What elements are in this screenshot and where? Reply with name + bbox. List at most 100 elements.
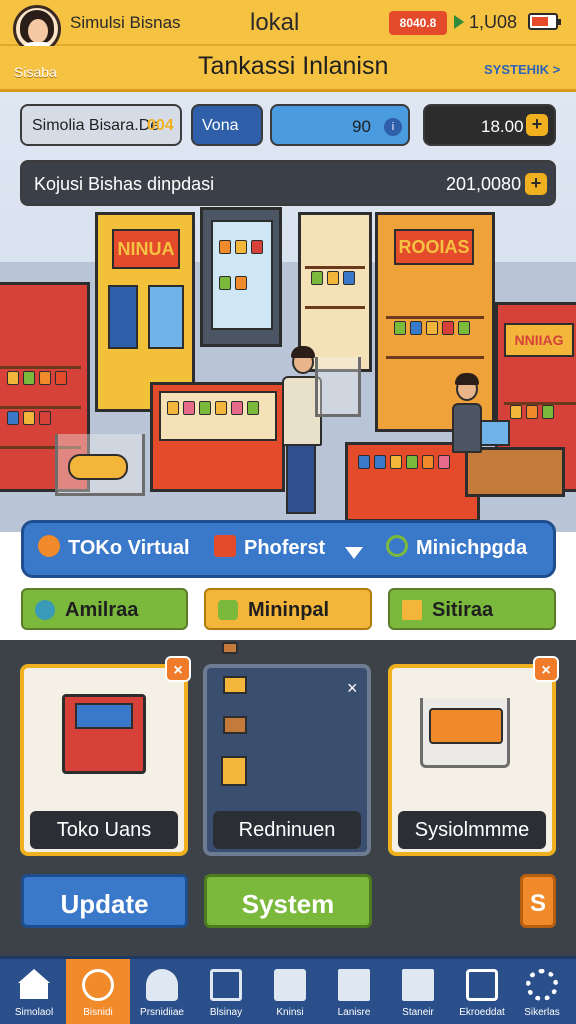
card-3-caption: Sysiolmmme <box>398 811 546 849</box>
nav-label-2: Bisnidi <box>83 1007 113 1018</box>
globe-icon <box>35 600 55 620</box>
crate-icon <box>223 676 247 694</box>
app-title: Simulsi Bisnas <box>70 13 181 32</box>
crate-icon <box>402 969 434 1001</box>
nav-label-4: Blsinay <box>209 1007 243 1018</box>
category-2-label: Mininpal <box>248 599 330 621</box>
nav-item-6[interactable]: Lanisre <box>322 959 386 1024</box>
card-1-caption: Toko Uans <box>30 811 178 849</box>
progress-label: Kojusi Bishas dinpdasi <box>34 174 215 194</box>
shopping-cart-center[interactable] <box>315 357 361 417</box>
nav-item-settings[interactable]: Sikerlas <box>510 959 574 1024</box>
screen-title: Tankassi Inlanisn <box>198 52 389 80</box>
card-3-close-button[interactable]: × <box>533 656 559 682</box>
coin-badge[interactable]: 8040.8 <box>389 11 447 35</box>
stat-c-panel: 90 i <box>270 104 410 146</box>
tab-products-label: Phoferst <box>244 537 326 559</box>
shield-icon <box>218 600 238 620</box>
cashier-figure <box>448 373 488 477</box>
tab-marketing-label: Minichpgda <box>416 537 528 559</box>
category-1-label: Amilraa <box>65 599 139 621</box>
money-value: 18.00 <box>481 117 524 136</box>
stat-b-label: Vona <box>202 117 239 134</box>
nav-item-simulation[interactable]: Simolaol <box>2 959 66 1024</box>
add-money-button[interactable]: + <box>526 114 548 136</box>
paw-icon <box>38 535 60 557</box>
update-button[interactable]: Update <box>21 874 188 928</box>
truck-icon <box>338 969 370 1001</box>
extra-button[interactable]: S <box>520 874 556 928</box>
fridge[interactable] <box>200 207 282 347</box>
category-3-label: Sitiraa <box>432 599 494 621</box>
time-readout: 1,U08 <box>469 12 518 32</box>
basket-icon <box>210 969 242 1001</box>
nav-label-5: Kninsi <box>276 1007 304 1018</box>
top-bar: Simulsi Bisnas lokal 8040.8 1,U08 <box>0 0 576 53</box>
chart-icon <box>402 600 422 620</box>
nav-item-4[interactable]: Blsinay <box>194 959 258 1024</box>
nav-label-1: Simolaol <box>14 1007 54 1018</box>
player-name: Sisaba <box>14 64 57 80</box>
tab-virtual-store[interactable]: TOKo Virtual <box>38 535 190 565</box>
nav-item-3[interactable]: Prsnidiiae <box>130 959 194 1024</box>
business-progress-panel: Kojusi Bishas dinpdasi 201,0080 + <box>20 160 556 206</box>
play-icon[interactable] <box>454 15 464 29</box>
category-button-2[interactable]: Mininpal <box>204 588 372 630</box>
box-icon <box>223 716 247 734</box>
booth-sign-left: NINUA <box>112 229 180 269</box>
shopping-cart-left[interactable] <box>55 434 145 496</box>
vending-cart-icon <box>62 694 146 774</box>
shopping-cart-icon <box>420 698 510 768</box>
tab-products[interactable]: Phoferst <box>214 535 325 565</box>
tab-marketing[interactable]: Minichpgda <box>386 535 527 565</box>
store-icon <box>214 535 236 557</box>
nav-label-8: Ekroeddat <box>459 1007 505 1018</box>
stat-c-value: 90 <box>352 117 371 136</box>
nav-label-9: Sikerlas <box>524 1007 560 1018</box>
money-panel: 18.00 + <box>423 104 556 146</box>
helmet-icon <box>146 969 178 1001</box>
stat-a-value: 004 <box>147 117 174 134</box>
location-title: lokal <box>250 9 300 36</box>
booth-sign-right: ROOIAS <box>394 229 474 265</box>
category-button-3[interactable]: Sitiraa <box>388 588 556 630</box>
progress-value: 201,0080 <box>446 174 522 194</box>
card-redeem[interactable]: × Redninuen <box>203 664 371 856</box>
nav-label-6: Lanisre <box>337 1007 371 1018</box>
stat-a-label: Simolia Bisara.De <box>32 117 160 134</box>
system-link[interactable]: SYSTEHIK > <box>484 62 560 77</box>
bottom-nav: Simolaol Bisnidi Prsnidiiae Blsinay Knin… <box>0 956 576 1024</box>
store-tab-row: TOKo Virtual Phoferst Minichpgda <box>21 520 556 578</box>
card-2-caption: Redninuen <box>213 811 361 849</box>
nav-item-5[interactable]: Kninsi <box>258 959 322 1024</box>
store-icon <box>466 969 498 1001</box>
home-icon <box>18 969 50 1001</box>
card-system[interactable]: Sysiolmmme <box>388 664 556 856</box>
business-sim-stat: Simolia Bisara.De 004 <box>20 104 182 146</box>
nav-item-7[interactable]: Staneir <box>386 959 450 1024</box>
battery-icon <box>528 13 561 30</box>
chevron-down-icon[interactable] <box>345 547 363 559</box>
box-icon <box>274 969 306 1001</box>
add-progress-button[interactable]: + <box>525 173 547 195</box>
nav-item-8[interactable]: Ekroeddat <box>450 959 514 1024</box>
nav-label-3: Prsnidiiae <box>140 1007 184 1018</box>
category-button-1[interactable]: Amilraa <box>21 588 188 630</box>
card-store-van[interactable]: Toko Uans <box>20 664 188 856</box>
subtitle-bar: Sisaba Tankassi Inlanisn SYSTEHIK > <box>0 46 576 92</box>
nav-label-7: Staneir <box>402 1007 434 1018</box>
package-icon <box>221 756 247 786</box>
crate-icon <box>222 642 238 654</box>
tab-virtual-store-label: TOKo Virtual <box>68 537 190 559</box>
info-icon[interactable]: i <box>384 118 402 136</box>
booth-sign-far-right: NNIIAG <box>504 323 574 357</box>
nav-item-business[interactable]: Bisnidi <box>66 959 130 1024</box>
center-counter[interactable] <box>150 382 285 492</box>
system-button[interactable]: System <box>204 874 372 928</box>
gear-icon <box>526 969 558 1001</box>
search-icon <box>386 535 408 557</box>
stat-b-panel: Vona <box>191 104 263 146</box>
card-1-close-button[interactable]: × <box>165 656 191 682</box>
card-2-close-button[interactable]: × <box>347 678 358 699</box>
store-scene: NINUA ROOIAS NNIIAG <box>0 92 576 532</box>
